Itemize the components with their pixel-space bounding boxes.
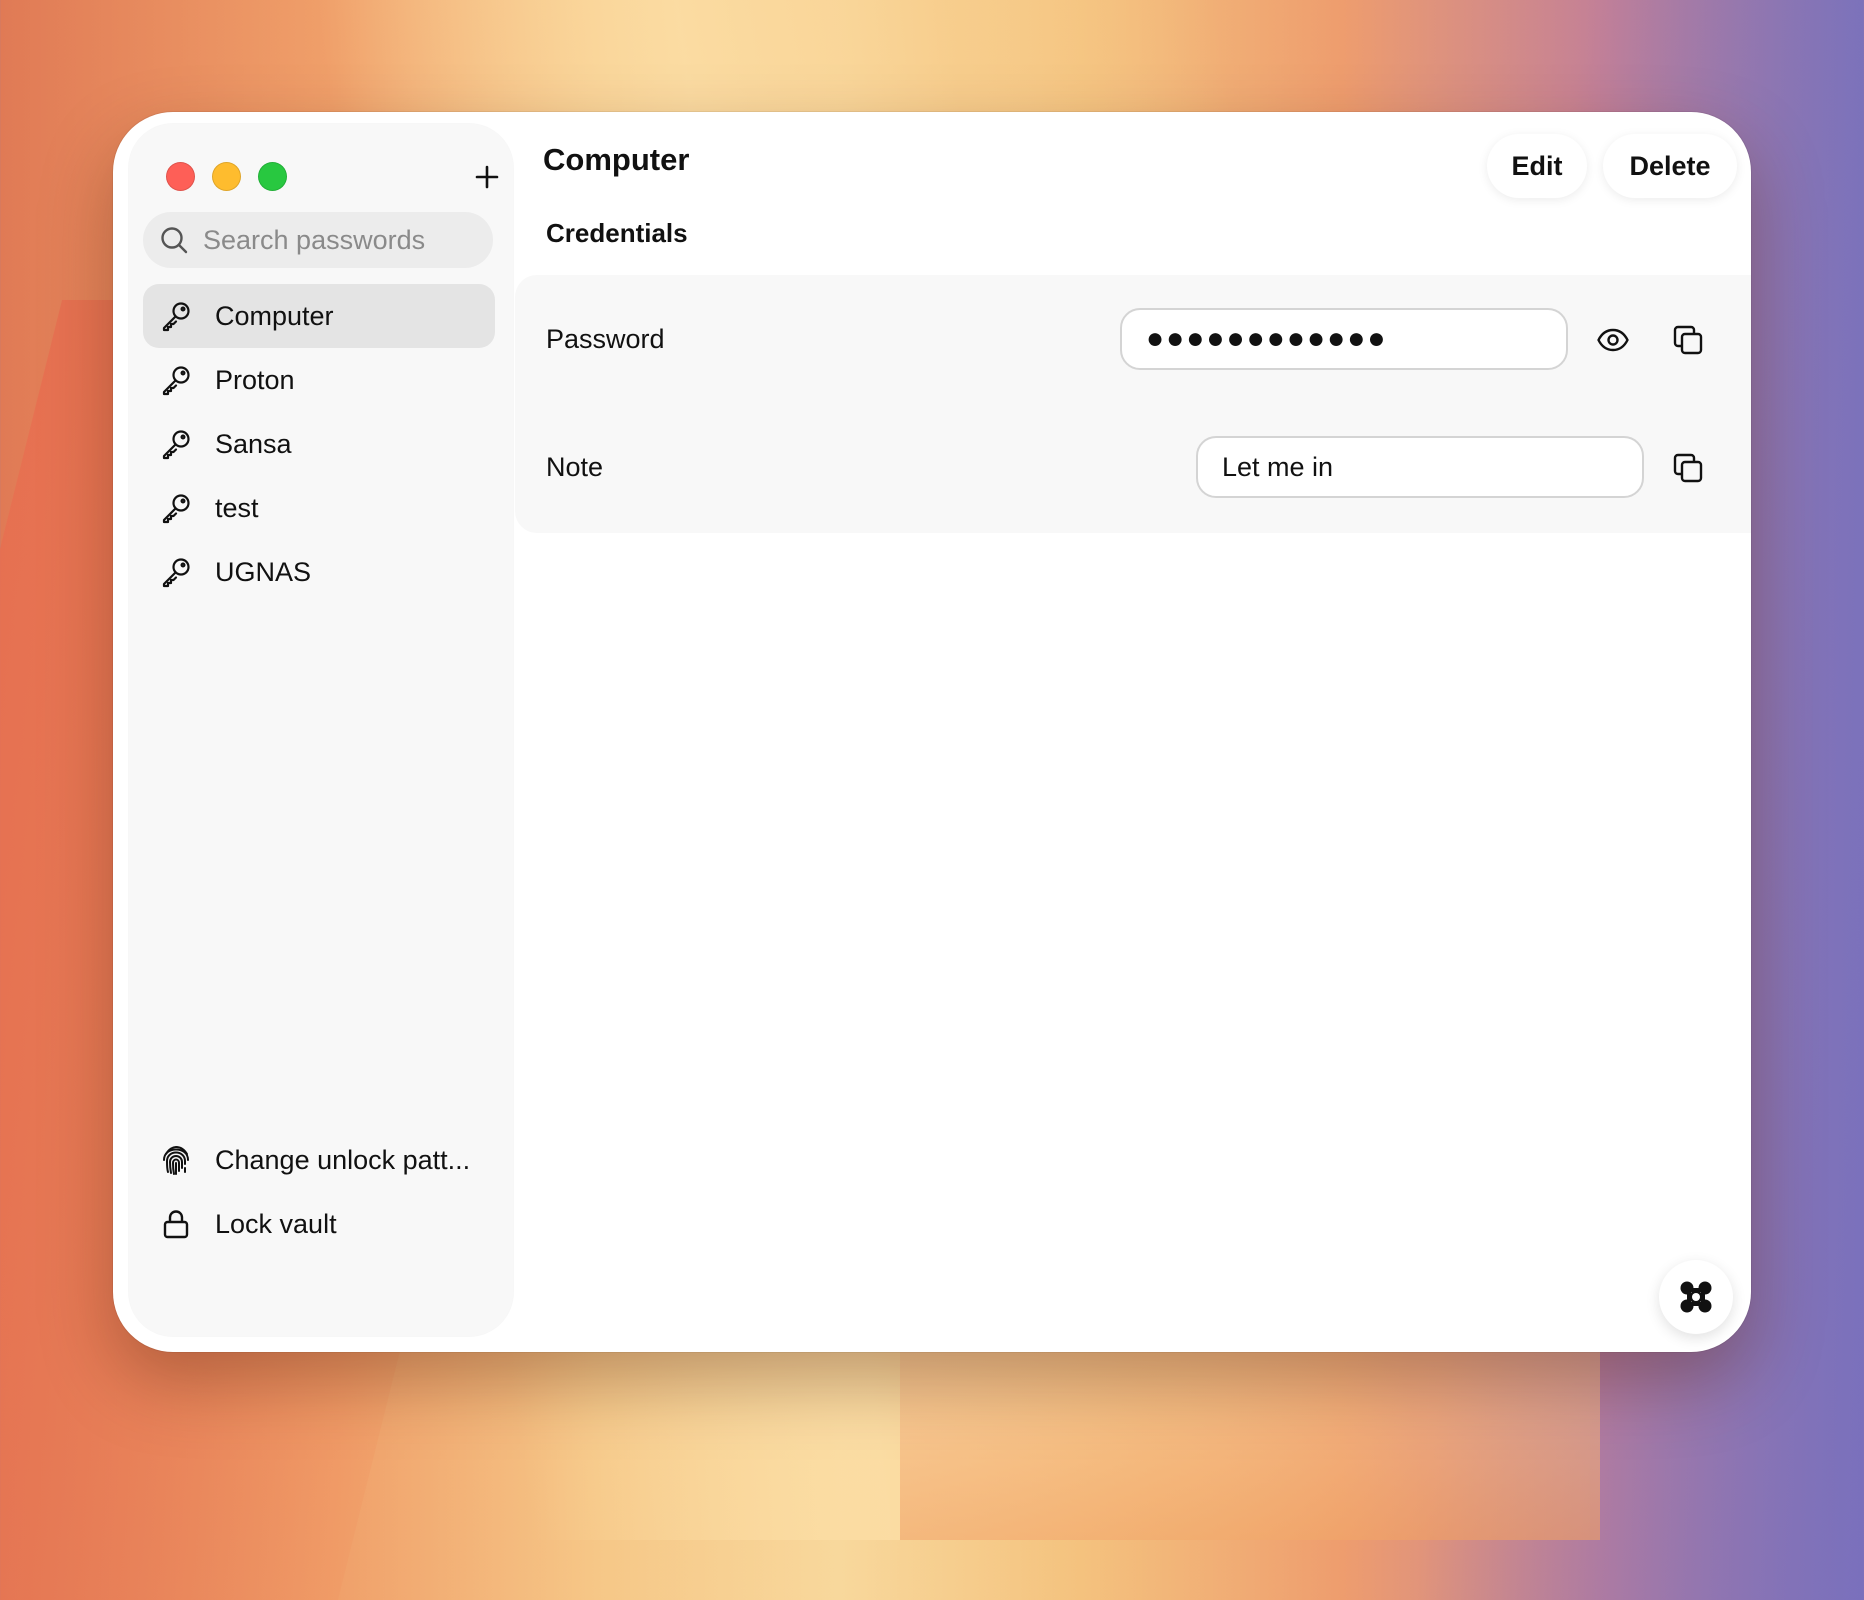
key-icon — [159, 299, 193, 333]
app-window: Computer Proton Sansa test — [113, 112, 1751, 1352]
page-title: Computer — [543, 142, 690, 177]
list-item-sansa[interactable]: Sansa — [143, 412, 495, 476]
copy-note-button[interactable] — [1666, 446, 1710, 490]
note-value: Let me in — [1222, 451, 1334, 482]
zoom-window-button[interactable] — [258, 162, 287, 191]
key-icon — [159, 363, 193, 397]
list-item-label: Proton — [215, 364, 295, 395]
sidebar-footer: Change unlock patt... Lock vault — [143, 1128, 495, 1256]
password-field[interactable]: ●●●●●●●●●●●● — [1120, 308, 1568, 370]
note-field[interactable]: Let me in — [1196, 436, 1644, 498]
password-value: ●●●●●●●●●●●● — [1146, 322, 1388, 355]
copy-icon — [1673, 325, 1703, 355]
add-password-button[interactable] — [470, 160, 504, 194]
app-menu-button[interactable] — [1659, 1260, 1733, 1334]
change-unlock-pattern-label: Change unlock patt... — [215, 1144, 471, 1175]
delete-button[interactable]: Delete — [1603, 134, 1737, 198]
lock-vault-label: Lock vault — [215, 1208, 337, 1239]
app-grid-icon — [1680, 1281, 1712, 1313]
eye-icon — [1597, 328, 1629, 352]
password-label: Password — [546, 324, 665, 354]
lock-vault-button[interactable]: Lock vault — [143, 1192, 495, 1256]
wallpaper-shape — [900, 1340, 1600, 1540]
password-list: Computer Proton Sansa test UGNAS — [143, 284, 495, 604]
list-item-ugnas[interactable]: UGNAS — [143, 540, 495, 604]
plus-icon — [475, 165, 499, 189]
note-label: Note — [546, 452, 604, 482]
search-input[interactable] — [203, 224, 463, 256]
list-item-label: UGNAS — [215, 556, 312, 587]
close-window-button[interactable] — [166, 162, 195, 191]
sidebar: Computer Proton Sansa test — [129, 124, 513, 1336]
list-item-label: Computer — [215, 300, 334, 331]
reveal-password-button[interactable] — [1591, 318, 1635, 362]
edit-button[interactable]: Edit — [1487, 134, 1587, 198]
copy-password-button[interactable] — [1666, 318, 1710, 362]
key-icon — [159, 491, 193, 525]
window-controls — [166, 162, 287, 191]
list-item-proton[interactable]: Proton — [143, 348, 495, 412]
search-bar[interactable] — [143, 212, 493, 268]
list-item-label: Sansa — [215, 428, 292, 459]
credentials-heading: Credentials — [546, 218, 688, 248]
change-unlock-pattern-button[interactable]: Change unlock patt... — [143, 1128, 495, 1192]
list-item-label: test — [215, 492, 259, 523]
copy-icon — [1673, 453, 1703, 483]
list-item-test[interactable]: test — [143, 476, 495, 540]
search-icon — [159, 225, 189, 255]
minimize-window-button[interactable] — [212, 162, 241, 191]
lock-icon — [159, 1207, 193, 1241]
list-item-computer[interactable]: Computer — [143, 284, 495, 348]
fingerprint-icon — [159, 1143, 193, 1177]
key-icon — [159, 427, 193, 461]
key-icon — [159, 555, 193, 589]
